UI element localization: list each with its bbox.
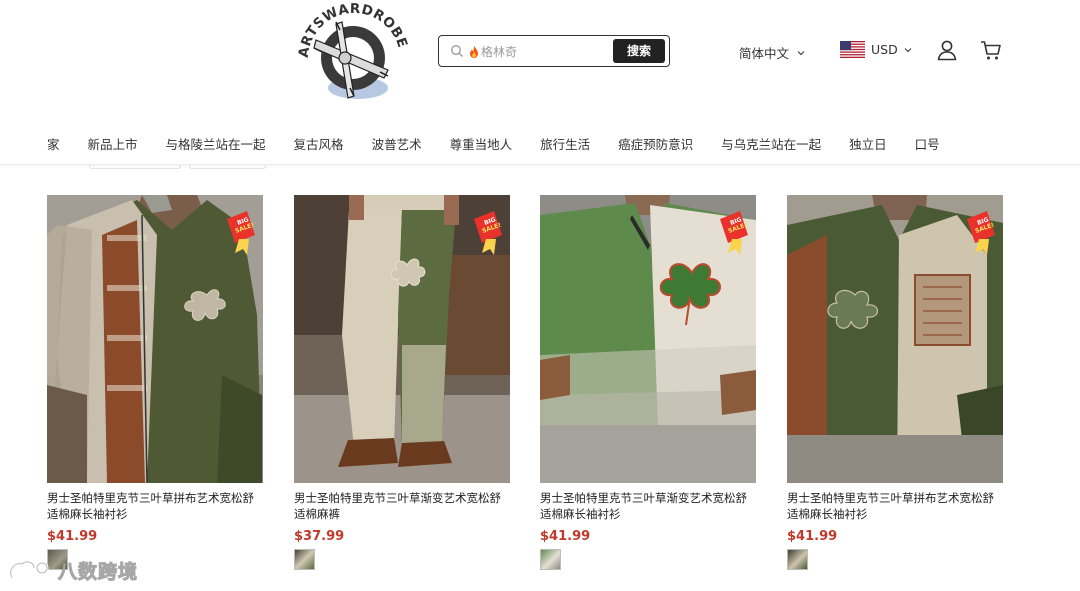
search-box: 搜索 <box>438 35 670 67</box>
main-nav: 家 新品上市 与格陵兰站在一起 复古风格 波普艺术 尊重当地人 旅行生活 癌症预… <box>47 134 968 153</box>
nav-item-independence-day[interactable]: 独立日 <box>849 134 887 153</box>
user-icon[interactable] <box>936 39 958 61</box>
product-image[interactable]: BIG SALE! <box>47 195 263 483</box>
product-card[interactable]: BIG SALE! 男士圣帕特里克节三叶草渐变艺术宽松舒适棉麻裤 $37.99 <box>294 195 510 570</box>
product-title[interactable]: 男士圣帕特里克节三叶草渐变艺术宽松舒适棉麻长袖衬衫 <box>540 490 756 522</box>
flame-icon <box>470 46 478 58</box>
product-card[interactable]: BIG SALE! 男士圣帕特里克节三叶草拼布艺术宽松舒适棉麻长袖衬衫 $41.… <box>787 195 1003 570</box>
watermark-logo-icon <box>9 559 49 579</box>
product-title[interactable]: 男士圣帕特里克节三叶草渐变艺术宽松舒适棉麻裤 <box>294 490 510 522</box>
artswardrobe-logo[interactable]: ARTSWARDROBE <box>296 0 408 102</box>
nav-item-cancer-awareness[interactable]: 癌症预防意识 <box>618 134 693 153</box>
watermark-text: 八数跨境 <box>57 561 139 584</box>
search-button[interactable]: 搜索 <box>613 39 665 63</box>
nav-item-slogans[interactable]: 口号 <box>915 134 940 153</box>
product-price: $41.99 <box>787 529 838 544</box>
sale-badge-icon: BIG SALE! <box>227 211 255 255</box>
sale-badge-icon: BIG SALE! <box>720 211 748 255</box>
chevron-down-icon <box>904 47 912 52</box>
sale-badge-icon: BIG SALE! <box>967 211 995 255</box>
product-image[interactable]: BIG SALE! <box>540 195 756 483</box>
site-header: ARTSWARDROBE 搜索 简体中文 U <box>0 0 1080 165</box>
currency-label: USD <box>871 42 898 57</box>
nav-item-home[interactable]: 家 <box>47 134 60 153</box>
nav-item-new-arrivals[interactable]: 新品上市 <box>88 134 138 153</box>
nav-item-vintage[interactable]: 复古风格 <box>294 134 344 153</box>
nav-item-stand-with-ukraine[interactable]: 与乌克兰站在一起 <box>721 134 821 153</box>
sale-badge-icon: BIG SALE! <box>474 211 502 255</box>
watermark: 八数跨境 <box>8 557 138 584</box>
currency-selector[interactable]: USD <box>840 41 912 58</box>
language-label: 简体中文 <box>739 46 790 61</box>
product-image[interactable]: BIG SALE! <box>787 195 1003 483</box>
product-price: $41.99 <box>47 529 98 544</box>
nav-item-stand-with-greenland[interactable]: 与格陵兰站在一起 <box>166 134 266 153</box>
product-price: $37.99 <box>294 529 345 544</box>
us-flag-icon <box>840 41 865 58</box>
product-card[interactable]: BIG SALE! 男士圣帕特里克节三叶草渐变艺术宽松舒适棉麻长袖衬衫 $41.… <box>540 195 756 570</box>
nav-item-pop-art[interactable]: 波普艺术 <box>372 134 422 153</box>
nav-item-travel-life[interactable]: 旅行生活 <box>540 134 590 153</box>
language-selector[interactable]: 简体中文 <box>739 43 805 62</box>
product-price: $41.99 <box>540 529 591 544</box>
search-icon <box>451 45 463 57</box>
color-swatch[interactable] <box>787 549 808 570</box>
product-title[interactable]: 男士圣帕特里克节三叶草拼布艺术宽松舒适棉麻长袖衬衫 <box>787 490 1003 522</box>
product-card[interactable]: BIG SALE! 男士圣帕特里克节三叶草拼布艺术宽松舒适棉麻长袖衬衫 $41.… <box>47 195 263 570</box>
cart-icon[interactable] <box>980 40 1002 61</box>
product-title[interactable]: 男士圣帕特里克节三叶草拼布艺术宽松舒适棉麻长袖衬衫 <box>47 490 263 522</box>
nav-item-respect-locals[interactable]: 尊重当地人 <box>450 134 513 153</box>
chevron-down-icon <box>797 50 805 55</box>
color-swatch[interactable] <box>540 549 561 570</box>
color-swatch[interactable] <box>294 549 315 570</box>
product-image[interactable]: BIG SALE! <box>294 195 510 483</box>
